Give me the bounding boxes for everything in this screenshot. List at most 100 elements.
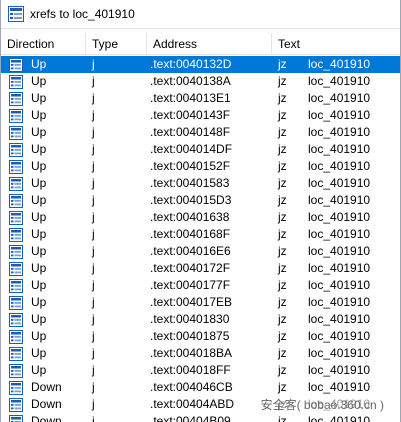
table-row[interactable]: Up j .text:00401583 jz loc_401910	[1, 175, 400, 192]
operand: loc_401910	[308, 142, 371, 156]
operand: loc_401910	[308, 414, 371, 422]
table-row[interactable]: Up j .text:00401875 jz loc_401910	[1, 328, 400, 345]
mnemonic: jz	[278, 363, 287, 377]
text-cell: jz loc_401910	[272, 192, 400, 209]
direction-cell: Up	[1, 226, 86, 243]
table-row[interactable]: Up j .text:0040177F jz loc_401910	[1, 277, 400, 294]
operand: loc_401910	[308, 193, 371, 207]
type-cell: j	[92, 329, 95, 343]
direction-label: Up	[31, 74, 47, 88]
table-row[interactable]: Down j .text:004046CB jz loc_401910	[1, 379, 400, 396]
mnemonic: jz	[278, 142, 287, 156]
table-row[interactable]: Up j .text:00401638 jz loc_401910	[1, 209, 400, 226]
mnemonic: jz	[278, 261, 287, 275]
direction-label: Up	[31, 91, 47, 105]
table-row[interactable]: Up j .text:00401830 jz loc_401910	[1, 311, 400, 328]
table-row[interactable]: Up j .text:0040143F jz loc_401910	[1, 107, 400, 124]
direction-label: Up	[31, 227, 47, 241]
direction-label: Down	[31, 380, 62, 394]
window-title: xrefs to loc_401910	[30, 7, 135, 21]
xref-icon	[9, 108, 23, 123]
mnemonic: jz	[278, 244, 287, 258]
address-cell: .text:0040172F	[150, 261, 231, 275]
operand: loc_401910	[308, 312, 371, 326]
text-cell: jz loc_401910	[272, 226, 400, 243]
type-cell: j	[92, 108, 95, 122]
direction-label: Up	[31, 346, 47, 360]
direction-cell: Up	[1, 345, 86, 362]
table-row[interactable]: Up j .text:004016E6 jz loc_401910	[1, 243, 400, 260]
direction-label: Up	[31, 176, 47, 190]
text-cell: jz loc_401910	[272, 243, 400, 260]
direction-cell: Up	[1, 277, 86, 294]
mnemonic: jz	[278, 57, 287, 71]
xref-icon	[9, 295, 23, 310]
table-row[interactable]: Up j .text:004015D3 jz loc_401910	[1, 192, 400, 209]
column-header-direction[interactable]: Direction	[1, 33, 86, 55]
address-cell: .text:00401583	[150, 176, 230, 190]
table-row[interactable]: Up j .text:004017EB jz loc_401910	[1, 294, 400, 311]
table-row[interactable]: Up j .text:0040172F jz loc_401910	[1, 260, 400, 277]
column-header-address[interactable]: Address	[147, 33, 272, 55]
xref-icon	[9, 414, 23, 422]
mnemonic: jz	[278, 176, 287, 190]
type-cell: j	[92, 176, 95, 190]
type-cell: j	[92, 244, 95, 258]
mnemonic: jz	[278, 278, 287, 292]
text-cell: jz loc_401910	[272, 107, 400, 124]
type-cell: j	[92, 91, 95, 105]
direction-label: Up	[31, 210, 47, 224]
direction-cell: Up	[1, 90, 86, 107]
column-header-text[interactable]: Text	[272, 33, 400, 55]
text-cell: jz loc_401910	[272, 379, 400, 396]
direction-label: Up	[31, 295, 47, 309]
xref-icon	[9, 397, 23, 412]
mnemonic: jz	[278, 125, 287, 139]
direction-cell: Up	[1, 141, 86, 158]
address-cell: .text:0040152F	[150, 159, 231, 173]
address-cell: .text:0040148F	[150, 125, 231, 139]
direction-label: Up	[31, 244, 47, 258]
table-row[interactable]: Down j .text:00404B09 jz loc_401910	[1, 413, 400, 422]
xref-list[interactable]: Up j .text:0040132D jz loc_401910 Up j .text:00…	[1, 56, 400, 422]
mnemonic: jz	[278, 193, 287, 207]
table-row[interactable]: Up j .text:0040148F jz loc_401910	[1, 124, 400, 141]
watermark: 安全客( bobao.360.cn )	[258, 396, 386, 413]
operand: loc_401910	[308, 91, 371, 105]
column-header-type[interactable]: Type	[86, 33, 147, 55]
table-row[interactable]: Up j .text:004018BA jz loc_401910	[1, 345, 400, 362]
direction-label: Up	[31, 142, 47, 156]
address-cell: .text:004018BA	[150, 346, 233, 360]
text-cell: jz loc_401910	[272, 277, 400, 294]
address-cell: .text:004046CB	[150, 380, 233, 394]
address-cell: .text:004018FF	[150, 363, 231, 377]
xref-icon	[9, 210, 23, 225]
direction-cell: Up	[1, 311, 86, 328]
address-cell: .text:004014DF	[150, 142, 233, 156]
direction-cell: Down	[1, 396, 86, 413]
text-cell: jz loc_401910	[272, 175, 400, 192]
xref-icon	[9, 363, 23, 378]
type-cell: j	[92, 312, 95, 326]
xref-icon	[9, 142, 23, 157]
xrefs-window: xrefs to loc_401910 Direction Type Addre…	[0, 0, 401, 422]
mnemonic: jz	[278, 380, 287, 394]
direction-cell: Up	[1, 362, 86, 379]
table-row[interactable]: Up j .text:0040138A jz loc_401910	[1, 73, 400, 90]
table-row[interactable]: Up j .text:0040168F jz loc_401910	[1, 226, 400, 243]
xref-icon	[9, 278, 23, 293]
table-row[interactable]: Up j .text:0040132D jz loc_401910	[1, 56, 400, 73]
text-cell: jz loc_401910	[272, 311, 400, 328]
table-row[interactable]: Up j .text:004013E1 jz loc_401910	[1, 90, 400, 107]
table-row[interactable]: Up j .text:0040152F jz loc_401910	[1, 158, 400, 175]
type-cell: j	[92, 210, 95, 224]
text-cell: jz loc_401910	[272, 73, 400, 90]
xref-icon	[9, 312, 23, 327]
table-row[interactable]: Up j .text:004014DF jz loc_401910	[1, 141, 400, 158]
type-cell: j	[92, 380, 95, 394]
xref-icon	[9, 125, 23, 140]
operand: loc_401910	[308, 159, 371, 173]
table-row[interactable]: Up j .text:004018FF jz loc_401910	[1, 362, 400, 379]
type-cell: j	[92, 278, 95, 292]
direction-cell: Up	[1, 260, 86, 277]
